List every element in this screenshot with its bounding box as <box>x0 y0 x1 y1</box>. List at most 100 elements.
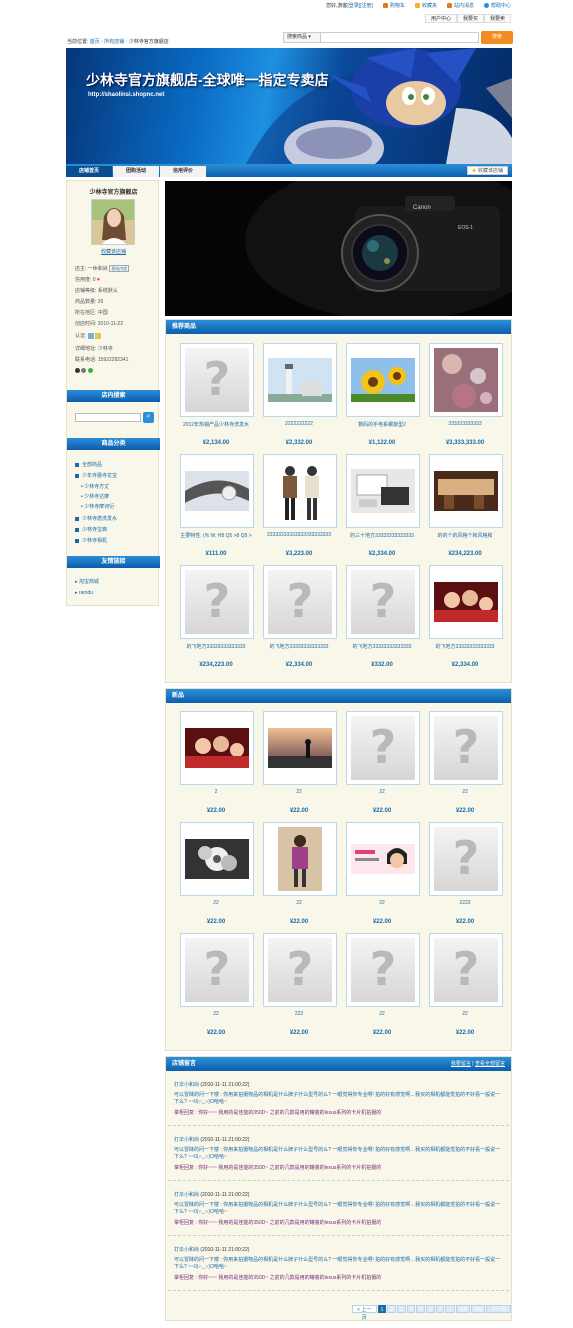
product-image[interactable] <box>180 822 254 896</box>
product-name[interactable]: 333333333333 <box>424 421 506 427</box>
product-image[interactable] <box>180 711 254 785</box>
product-image[interactable] <box>346 822 420 896</box>
friend-link-2[interactable]: ▸ ramdu <box>75 590 93 596</box>
topbar-link-help[interactable]: 帮助中心 <box>483 2 511 9</box>
send-message-button[interactable]: 发站内信 <box>109 265 130 272</box>
subcategory-1[interactable]: • 少林寺方丈 <box>81 483 109 490</box>
product-name[interactable]: 22 <box>424 789 506 795</box>
product-name[interactable]: 的三十地方33333333333333 <box>341 532 423 539</box>
subcategory-3[interactable]: • 少林寺摩诃衍 <box>81 503 114 510</box>
product-image[interactable]: ? <box>263 933 337 1007</box>
topbar-link-favorites[interactable]: 收藏夹 <box>414 2 437 9</box>
product-name[interactable]: 22 <box>258 789 340 795</box>
topbar-link-messages[interactable]: 站内消息 <box>446 2 474 9</box>
pager-page-6[interactable]: 6 <box>425 1305 435 1313</box>
wangwang-icon[interactable] <box>81 368 87 373</box>
product-name[interactable]: 23333333333333333333333 <box>258 532 340 538</box>
search-button[interactable]: 搜索 <box>481 30 513 44</box>
product-image[interactable] <box>263 822 337 896</box>
tab-credit-review[interactable]: 信用评价 <box>160 166 206 177</box>
sell-link[interactable]: 我要卖 <box>483 14 511 23</box>
product-image[interactable] <box>429 565 503 639</box>
favorite-store-button[interactable]: ★ 收藏该店铺 <box>466 166 508 175</box>
product-image[interactable] <box>180 454 254 528</box>
friend-link-1[interactable]: ▸ 淘宝商城 <box>75 578 99 585</box>
search-input[interactable] <box>321 31 479 43</box>
register-link[interactable]: [注册] <box>360 3 373 9</box>
buy-link[interactable]: 我要买 <box>456 14 484 23</box>
pager-page-2[interactable]: 2 <box>387 1305 396 1313</box>
product-name[interactable]: 22 <box>341 1011 423 1017</box>
product-image[interactable]: ? <box>429 711 503 785</box>
category-4[interactable]: 少林寺相机 <box>75 537 107 544</box>
product-name[interactable]: 22 <box>424 1011 506 1017</box>
product-name[interactable]: 的的个的风格个和风格和 <box>424 532 506 539</box>
product-image[interactable]: ? <box>180 933 254 1007</box>
product-image[interactable]: ? <box>429 933 503 1007</box>
pager-page-5[interactable]: 5 <box>416 1305 425 1313</box>
product-image[interactable] <box>263 454 337 528</box>
view-all-messages-link[interactable]: 查看全部留言 <box>475 1061 505 1067</box>
product-name[interactable]: 22 <box>341 900 423 906</box>
category-2[interactable]: 少林寺唐洗发水 <box>75 515 117 522</box>
product-name[interactable]: 的飞地方33333333333333 <box>424 643 506 650</box>
product-image[interactable] <box>346 454 420 528</box>
product-name[interactable]: 22 <box>258 900 340 906</box>
store-search-button[interactable]: ⌕ <box>143 412 154 423</box>
product-name[interactable]: 22 <box>341 789 423 795</box>
store-search-input[interactable] <box>75 413 141 422</box>
product-image[interactable]: ? <box>180 343 254 417</box>
pager-page-...[interactable]: ... <box>445 1305 456 1313</box>
product-image[interactable] <box>263 711 337 785</box>
tab-store-home[interactable]: 店铺首页 <box>66 166 112 177</box>
leave-message-link[interactable]: 我要留言 <box>451 1061 471 1067</box>
breadcrumb-home[interactable]: 首页 <box>90 39 100 45</box>
product-name[interactable]: 2012年热销产品少林寺洗发水 <box>175 421 257 428</box>
user-center-link[interactable]: 用户中心 <box>424 14 457 23</box>
product-name[interactable]: 的飞地方33333333333333 <box>258 643 340 650</box>
pager-prev-button[interactable]: < 上一页 <box>352 1305 377 1321</box>
product-name[interactable]: 的飞地方33333333333333 <box>341 643 423 650</box>
promo-camera-image[interactable]: Canon EOS-1 <box>165 181 512 316</box>
msn-icon[interactable] <box>87 368 93 373</box>
message-author[interactable]: 打伞小和尚 <box>174 1137 199 1143</box>
product-image[interactable]: ? <box>263 565 337 639</box>
product-image[interactable] <box>346 343 420 417</box>
sidebar-favorite-link[interactable]: 收藏该店铺 <box>67 248 160 255</box>
product-name[interactable]: 2 <box>175 789 257 795</box>
pager-page-200[interactable]: 200 <box>471 1305 486 1313</box>
product-name[interactable]: 22 <box>175 1011 257 1017</box>
product-name[interactable]: 主要特性: (% W. H8 Q5 >8 Q5 > <box>175 532 257 539</box>
product-name[interactable]: 222 <box>258 1011 340 1017</box>
search-category-select[interactable]: 搜索商品 ▾ <box>283 31 321 43</box>
product-name[interactable]: 数码的手电系螺旋型2 <box>341 421 423 428</box>
pager-page-7[interactable]: 7 <box>435 1305 445 1313</box>
qq-icon[interactable] <box>75 368 80 373</box>
product-name[interactable]: 的飞地方33333333333333 <box>175 643 257 650</box>
login-link[interactable]: [登录] <box>347 3 360 9</box>
product-image[interactable]: ? <box>346 711 420 785</box>
product-image[interactable]: ? <box>429 822 503 896</box>
product-name[interactable]: 22 <box>175 900 257 906</box>
pager-next-button[interactable]: 下一页 > <box>486 1305 511 1321</box>
message-author[interactable]: 打伞小和尚 <box>174 1082 199 1088</box>
category-1[interactable]: 少年寺蕾寺龙宝 <box>75 472 117 479</box>
product-image[interactable] <box>263 343 337 417</box>
pager-page-199[interactable]: 199 <box>456 1305 471 1313</box>
product-image[interactable]: ? <box>180 565 254 639</box>
breadcrumb-stores[interactable]: 所有店铺 <box>104 39 124 45</box>
category-all[interactable]: 全部商品 <box>75 461 102 468</box>
pager-page-3[interactable]: 3 <box>396 1305 406 1313</box>
subcategory-2[interactable]: • 少林寺达摩 <box>81 493 109 500</box>
product-image[interactable] <box>429 343 503 417</box>
product-image[interactable]: ? <box>346 565 420 639</box>
topbar-link-cart[interactable]: 购物车 <box>382 2 405 9</box>
pager-page-1[interactable]: 1 <box>377 1305 387 1313</box>
category-3[interactable]: 少林寺宝典 <box>75 526 107 533</box>
message-author[interactable]: 打伞小和尚 <box>174 1247 199 1253</box>
message-author[interactable]: 打伞小和尚 <box>174 1192 199 1198</box>
pager-page-4[interactable]: 4 <box>406 1305 416 1313</box>
product-image[interactable] <box>429 454 503 528</box>
product-name[interactable]: 2222 <box>424 900 506 906</box>
product-name[interactable]: 2222222222 <box>258 421 340 427</box>
